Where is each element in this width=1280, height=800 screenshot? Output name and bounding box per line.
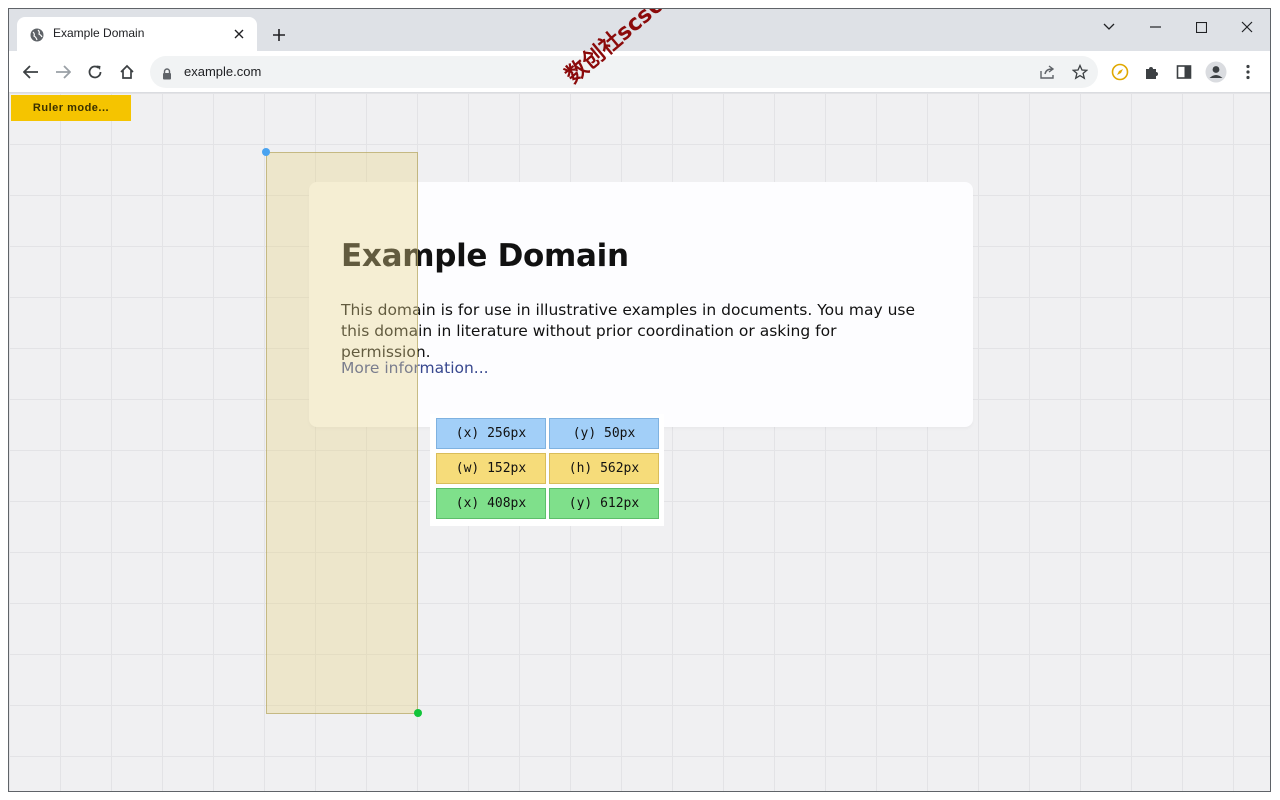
readout-height: (h) 562px [549, 453, 659, 484]
arrow-left-icon[interactable] [17, 58, 45, 86]
ruler-mode-button[interactable]: Ruler mode... [11, 95, 131, 121]
ruler-start-handle[interactable] [262, 148, 270, 156]
kebab-menu-icon[interactable] [1234, 58, 1262, 86]
window-close-icon[interactable] [1229, 13, 1265, 41]
minimize-icon[interactable] [1137, 13, 1173, 41]
plus-icon[interactable] [267, 23, 291, 47]
readout-start-y: (y) 50px [549, 418, 659, 449]
readout-end-y: (y) 612px [549, 488, 659, 519]
ruler-selection-box[interactable] [266, 152, 418, 714]
ruler-end-handle[interactable] [414, 709, 422, 717]
readout-start-x: (x) 256px [436, 418, 546, 449]
tab-title: Example Domain [53, 26, 145, 40]
star-icon[interactable] [1066, 58, 1094, 86]
reload-icon[interactable] [81, 58, 109, 86]
page-content: Example Domain This domain is for use in… [9, 93, 1270, 791]
chevron-down-icon[interactable] [1091, 13, 1127, 41]
maximize-icon[interactable] [1183, 13, 1219, 41]
profile-icon[interactable] [1202, 58, 1230, 86]
browser-toolbar: example.com [9, 51, 1270, 93]
puzzle-icon[interactable] [1138, 58, 1166, 86]
url-text[interactable]: example.com [184, 64, 261, 79]
page-description: This domain is for use in illustrative e… [341, 301, 916, 361]
tab-example-domain[interactable]: Example Domain [17, 17, 257, 51]
lock-icon[interactable] [162, 65, 172, 84]
readout-end-x: (x) 408px [436, 488, 546, 519]
readout-width: (w) 152px [436, 453, 546, 484]
compass-extension-icon[interactable] [1106, 58, 1134, 86]
close-icon[interactable] [229, 24, 249, 44]
side-panel-icon[interactable] [1170, 58, 1198, 86]
share-icon[interactable] [1034, 58, 1062, 86]
address-bar[interactable]: example.com [150, 56, 1098, 88]
browser-window: Example Domain example.com Example Domai… [8, 8, 1271, 792]
arrow-right-icon[interactable] [49, 58, 77, 86]
home-icon[interactable] [113, 58, 141, 86]
globe-icon [30, 27, 44, 42]
ruler-readout-panel: (x) 256px (y) 50px (w) 152px (h) 562px (… [430, 414, 664, 526]
